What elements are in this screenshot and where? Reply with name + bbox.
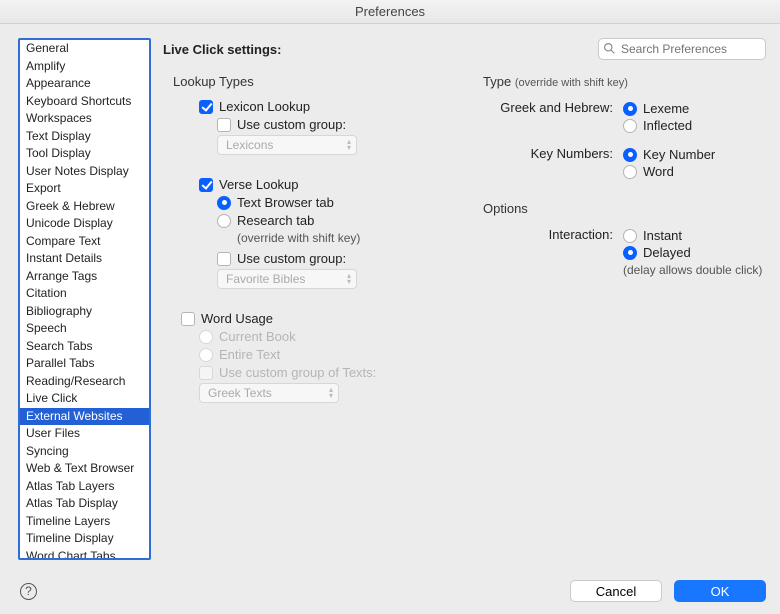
word-usage-label: Word Usage bbox=[201, 311, 273, 326]
word-radio[interactable] bbox=[623, 165, 637, 179]
current-book-radio bbox=[199, 330, 213, 344]
sidebar-item-live-click[interactable]: Live Click bbox=[20, 390, 149, 408]
key-number-label: Key Number bbox=[643, 147, 715, 162]
sidebar-item-workspaces[interactable]: Workspaces bbox=[20, 110, 149, 128]
sidebar-item-arrange-tags[interactable]: Arrange Tags bbox=[20, 268, 149, 286]
sidebar-item-parallel-tabs[interactable]: Parallel Tabs bbox=[20, 355, 149, 373]
text-browser-label: Text Browser tab bbox=[237, 195, 334, 210]
sidebar-item-greek-hebrew[interactable]: Greek & Hebrew bbox=[20, 198, 149, 216]
word-custom-checkbox bbox=[199, 366, 213, 380]
chevron-updown-icon: ▴▾ bbox=[347, 273, 351, 285]
sidebar-item-tool-display[interactable]: Tool Display bbox=[20, 145, 149, 163]
word-dropdown: Greek Texts ▴▾ bbox=[199, 383, 339, 403]
sidebar-item-keyboard-shortcuts[interactable]: Keyboard Shortcuts bbox=[20, 93, 149, 111]
lexeme-radio[interactable] bbox=[623, 102, 637, 116]
research-tab-radio[interactable] bbox=[217, 214, 231, 228]
search-input[interactable] bbox=[598, 38, 766, 60]
greek-hebrew-label: Greek and Hebrew: bbox=[483, 99, 623, 115]
sidebar-item-web-text-browser[interactable]: Web & Text Browser bbox=[20, 460, 149, 478]
preferences-sidebar[interactable]: GeneralAmplifyAppearanceKeyboard Shortcu… bbox=[18, 38, 151, 560]
sidebar-item-external-websites[interactable]: External Websites bbox=[20, 408, 149, 426]
verse-custom-label: Use custom group: bbox=[237, 251, 346, 266]
page-title: Live Click settings: bbox=[163, 42, 281, 57]
sidebar-item-export[interactable]: Export bbox=[20, 180, 149, 198]
sidebar-item-atlas-tab-display[interactable]: Atlas Tab Display bbox=[20, 495, 149, 513]
sidebar-item-word-chart-tabs[interactable]: Word Chart Tabs bbox=[20, 548, 149, 561]
sidebar-item-timeline-display[interactable]: Timeline Display bbox=[20, 530, 149, 548]
chevron-updown-icon: ▴▾ bbox=[329, 387, 333, 399]
key-numbers-label: Key Numbers: bbox=[483, 145, 623, 161]
sidebar-item-user-notes-display[interactable]: User Notes Display bbox=[20, 163, 149, 181]
interaction-label: Interaction: bbox=[483, 226, 623, 242]
sidebar-item-syncing[interactable]: Syncing bbox=[20, 443, 149, 461]
inflected-radio[interactable] bbox=[623, 119, 637, 133]
chevron-updown-icon: ▴▾ bbox=[347, 139, 351, 151]
sidebar-item-compare-text[interactable]: Compare Text bbox=[20, 233, 149, 251]
verse-custom-checkbox[interactable] bbox=[217, 252, 231, 266]
search-icon bbox=[603, 42, 616, 55]
sidebar-item-user-files[interactable]: User Files bbox=[20, 425, 149, 443]
delayed-radio[interactable] bbox=[623, 246, 637, 260]
lexicon-lookup-label: Lexicon Lookup bbox=[219, 99, 310, 114]
help-icon[interactable]: ? bbox=[20, 583, 37, 600]
instant-radio[interactable] bbox=[623, 229, 637, 243]
sidebar-item-atlas-tab-layers[interactable]: Atlas Tab Layers bbox=[20, 478, 149, 496]
sidebar-item-timeline-layers[interactable]: Timeline Layers bbox=[20, 513, 149, 531]
word-label: Word bbox=[643, 164, 674, 179]
sidebar-item-bibliography[interactable]: Bibliography bbox=[20, 303, 149, 321]
word-custom-label: Use custom group of Texts: bbox=[219, 365, 376, 380]
current-book-label: Current Book bbox=[219, 329, 296, 344]
type-heading: Type (override with shift key) bbox=[483, 74, 766, 89]
research-tab-label: Research tab bbox=[237, 213, 314, 228]
entire-text-label: Entire Text bbox=[219, 347, 280, 362]
entire-text-radio bbox=[199, 348, 213, 362]
lexicon-dropdown[interactable]: Lexicons ▴▾ bbox=[217, 135, 357, 155]
window-title: Preferences bbox=[0, 0, 780, 24]
lookup-types-heading: Lookup Types bbox=[173, 74, 473, 89]
sidebar-item-reading-research[interactable]: Reading/Research bbox=[20, 373, 149, 391]
sidebar-item-speech[interactable]: Speech bbox=[20, 320, 149, 338]
word-usage-checkbox[interactable] bbox=[181, 312, 195, 326]
sidebar-item-general[interactable]: General bbox=[20, 40, 149, 58]
sidebar-item-amplify[interactable]: Amplify bbox=[20, 58, 149, 76]
sidebar-item-search-tabs[interactable]: Search Tabs bbox=[20, 338, 149, 356]
verse-dropdown[interactable]: Favorite Bibles ▴▾ bbox=[217, 269, 357, 289]
delayed-label: Delayed bbox=[643, 245, 691, 260]
ok-button[interactable]: OK bbox=[674, 580, 766, 602]
lexicon-lookup-checkbox[interactable] bbox=[199, 100, 213, 114]
text-browser-radio[interactable] bbox=[217, 196, 231, 210]
sidebar-item-citation[interactable]: Citation bbox=[20, 285, 149, 303]
delay-caption: (delay allows double click) bbox=[623, 263, 766, 277]
sidebar-item-unicode-display[interactable]: Unicode Display bbox=[20, 215, 149, 233]
lexicon-custom-label: Use custom group: bbox=[237, 117, 346, 132]
cancel-button[interactable]: Cancel bbox=[570, 580, 662, 602]
options-heading: Options bbox=[483, 201, 766, 216]
inflected-label: Inflected bbox=[643, 118, 692, 133]
lexicon-custom-checkbox[interactable] bbox=[217, 118, 231, 132]
sidebar-item-appearance[interactable]: Appearance bbox=[20, 75, 149, 93]
verse-lookup-label: Verse Lookup bbox=[219, 177, 299, 192]
instant-label: Instant bbox=[643, 228, 682, 243]
sidebar-item-text-display[interactable]: Text Display bbox=[20, 128, 149, 146]
key-number-radio[interactable] bbox=[623, 148, 637, 162]
verse-lookup-checkbox[interactable] bbox=[199, 178, 213, 192]
verse-override-note: (override with shift key) bbox=[237, 231, 473, 245]
lexeme-label: Lexeme bbox=[643, 101, 689, 116]
sidebar-item-instant-details[interactable]: Instant Details bbox=[20, 250, 149, 268]
